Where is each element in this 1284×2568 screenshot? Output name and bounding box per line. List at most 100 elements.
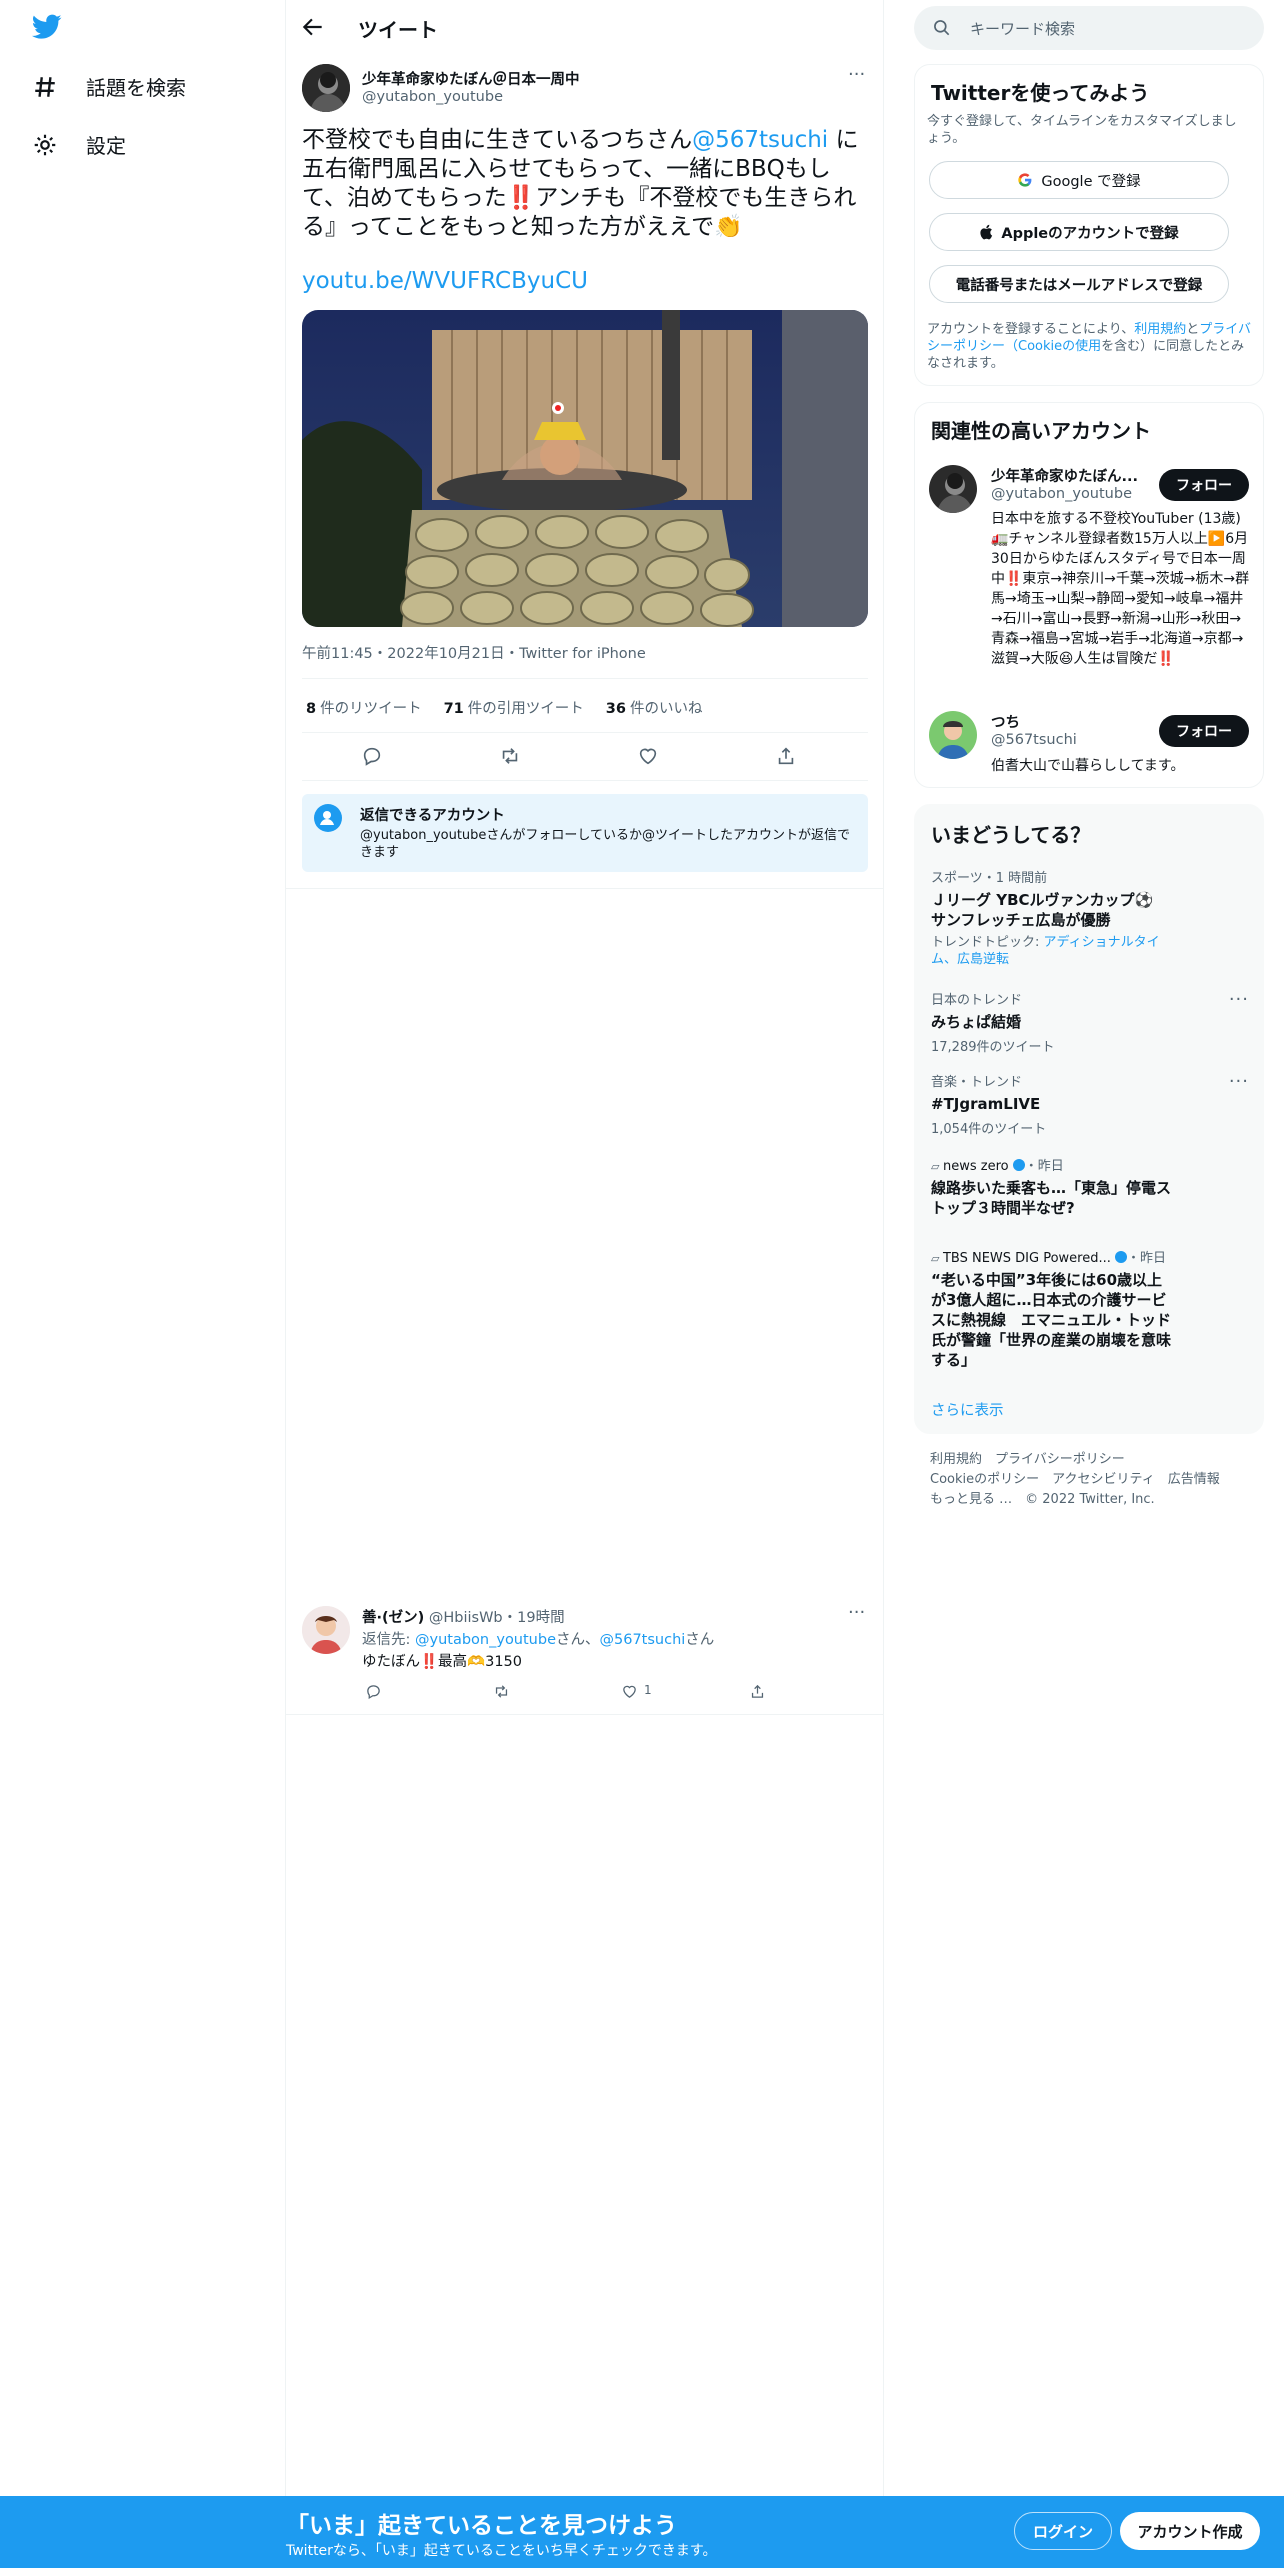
footer-terms-link[interactable]: 利用規約: [930, 1452, 982, 1467]
likes-stat[interactable]: 36 件のいいね: [606, 697, 703, 718]
trend-item[interactable]: ▱ TBS NEWS DIG Powered... ・昨日 “老いる中国”3年後…: [931, 1247, 1231, 1370]
login-button[interactable]: ログイン: [1014, 2512, 1112, 2550]
likes-count: 36: [605, 701, 626, 717]
nav-settings[interactable]: 設定: [32, 130, 126, 159]
trend-item[interactable]: ▱ news zero ・昨日 線路歩いた乗客も…「東急」停電ストップ３時間半な…: [931, 1155, 1231, 1218]
reply-to-link[interactable]: @567tsuchi: [600, 1632, 686, 1648]
signup-button[interactable]: アカウント作成: [1120, 2512, 1260, 2550]
terms-link[interactable]: 利用規約: [1134, 322, 1186, 337]
reply-author-avatar[interactable]: [302, 1606, 350, 1654]
follow-button[interactable]: フォロー: [1159, 715, 1249, 747]
related-account-name[interactable]: つち: [991, 711, 1020, 732]
tweet-stats: 8 件のリツイート 71 件の引用ツイート 36 件のいいね: [306, 697, 702, 718]
related-account-handle[interactable]: @yutabon_youtube: [991, 486, 1132, 502]
footer-more-link[interactable]: もっと見る …: [930, 1492, 1012, 1507]
search-input[interactable]: キーワード検索: [914, 6, 1264, 50]
retweet-icon[interactable]: [495, 741, 525, 771]
trend-category: 音楽・トレンド: [931, 1075, 1023, 1090]
person-icon: [314, 804, 342, 832]
tweet-link[interactable]: youtu.be/WVUFRCByuCU: [302, 268, 588, 294]
login-banner: 「いま」起きていることを見つけよう Twitterなら、「いま」起きていることを…: [0, 2496, 1284, 2568]
trend-tweet-count: 1,054件のツイート: [931, 1122, 1047, 1137]
retweets-label: 件のリツイート: [320, 701, 422, 717]
reply-author-handle[interactable]: @HbiisWb: [429, 1610, 503, 1626]
quotes-count: 71: [443, 701, 464, 717]
show-more-link[interactable]: さらに表示: [931, 1399, 1004, 1420]
search-placeholder: キーワード検索: [970, 20, 1076, 38]
trend-time: ・昨日: [1024, 1159, 1064, 1174]
author-handle[interactable]: @yutabon_youtube: [362, 89, 503, 105]
quotes-label: 件の引用ツイート: [467, 701, 584, 717]
reply-retweet-icon[interactable]: [490, 1680, 512, 1702]
left-navigation: 話題を検索 設定: [0, 0, 286, 2496]
signup-card: Twitterを使ってみよう 今すぐ登録して、タイムラインをカスタマイズしましょ…: [914, 64, 1264, 386]
footer-privacy-link[interactable]: プライバシーポリシー: [995, 1452, 1125, 1467]
reply-share-icon[interactable]: [746, 1680, 768, 1702]
news-source-icon: ▱: [931, 1252, 943, 1265]
reply-restriction-notice: 返信できるアカウント @yutabon_youtubeさんがフォローしているか@…: [302, 794, 868, 872]
reply-author-name[interactable]: 善·(ゼン): [362, 1610, 424, 1626]
sidebar-footer: 利用規約 プライバシーポリシー Cookieのポリシー アクセシビリティ 広告情…: [930, 1450, 1250, 1510]
apple-signup-button[interactable]: Appleのアカウントで登録: [929, 213, 1229, 251]
tweet-text: 不登校でも自由に生きているつちさん@567tsuchi に五右衛門風呂に入らせて…: [302, 126, 868, 242]
trend-tweet-count: 17,289件のツイート: [931, 1040, 1055, 1055]
like-icon[interactable]: [633, 741, 663, 771]
hashtag-icon: [35, 76, 55, 97]
nav-settings-label: 設定: [86, 134, 126, 158]
verified-badge-icon: [1012, 1159, 1025, 1171]
nav-explore[interactable]: 話題を検索: [32, 72, 186, 101]
related-account-handle[interactable]: @567tsuchi: [991, 732, 1077, 748]
banner-subtitle: Twitterなら、「いま」起きていることをいち早くチェックできます。: [286, 2543, 717, 2559]
trend-title: “老いる中国”3年後には60歳以上が3億人超に…日本式の介護サービスに熱視線 エ…: [931, 1271, 1172, 1369]
trend-item[interactable]: スポーツ・1 時間前 Ｊリーグ YBCルヴァンカップ⚽ サンフレッチェ広島が優勝…: [931, 867, 1231, 968]
phone-email-signup-button[interactable]: 電話番号またはメールアドレスで登録: [929, 265, 1229, 303]
tweet-photo[interactable]: [302, 310, 868, 627]
trend-source: news zero: [942, 1159, 1009, 1174]
trend-sub-prefix: トレンドトピック:: [931, 935, 1044, 950]
reply-to-mid: さん、: [556, 1632, 600, 1648]
reply-icon[interactable]: [357, 741, 387, 771]
share-icon[interactable]: [771, 741, 801, 771]
tweet-timestamp[interactable]: 午前11:45・2022年10月21日・Twitter for iPhone: [302, 642, 646, 663]
signup-title: Twitterを使ってみよう: [931, 81, 1150, 105]
related-avatar[interactable]: [929, 465, 977, 513]
trend-more-icon[interactable]: ···: [1229, 1071, 1249, 1092]
author-avatar[interactable]: [302, 64, 350, 112]
signup-desc: 今すぐ登録して、タイムラインをカスタマイズしましょう。: [927, 114, 1237, 146]
reply-reply-icon[interactable]: [362, 1680, 384, 1702]
divider: [302, 678, 868, 679]
divider: [302, 732, 868, 733]
reply-to-line: 返信先: @yutabon_youtubeさん、@567tsuchiさん: [362, 1628, 714, 1649]
reply-like-icon[interactable]: [618, 1680, 640, 1702]
retweets-count: 8: [306, 701, 317, 717]
retweets-stat[interactable]: 8 件のリツイート: [306, 697, 422, 718]
footer-ads-link[interactable]: 広告情報: [1168, 1472, 1220, 1487]
twitter-logo-icon[interactable]: [32, 14, 62, 44]
footer-accessibility-link[interactable]: アクセシビリティ: [1052, 1472, 1155, 1487]
reply-to-link[interactable]: @yutabon_youtube: [415, 1632, 556, 1648]
reply-to-prefix: 返信先:: [362, 1632, 415, 1648]
author-name[interactable]: 少年革命家ゆたぼん＠日本一周中: [362, 68, 580, 89]
footer-cookie-link[interactable]: Cookieのポリシー: [930, 1472, 1039, 1487]
terms-text: と: [1186, 322, 1200, 337]
trend-item[interactable]: 音楽・トレンド #TJgramLIVE 1,054件のツイート: [931, 1071, 1231, 1137]
reply-more-options-icon[interactable]: ···: [848, 1602, 865, 1623]
trend-source: TBS NEWS DIG Powered...: [942, 1251, 1111, 1266]
more-options-icon[interactable]: ···: [848, 64, 865, 85]
verified-badge-icon: [1115, 1251, 1128, 1263]
trends-title: いまどうしてる？: [931, 823, 1091, 847]
back-arrow-icon[interactable]: [300, 14, 326, 40]
google-signup-button[interactable]: Google で登録: [929, 161, 1229, 199]
related-avatar[interactable]: [929, 711, 977, 759]
follow-button[interactable]: フォロー: [1159, 469, 1249, 501]
related-account-bio: 伯耆大山で山暮らししてます。: [991, 758, 1185, 774]
reply-time[interactable]: ・19時間: [503, 1610, 565, 1626]
quotes-stat[interactable]: 71 件の引用ツイート: [444, 697, 584, 718]
nav-explore-label: 話題を検索: [86, 76, 186, 100]
related-account-name[interactable]: 少年革命家ゆたぼん...: [991, 465, 1141, 486]
divider: [286, 1714, 884, 1715]
trend-more-icon[interactable]: ···: [1229, 989, 1249, 1010]
reply-actions: 1: [362, 1680, 862, 1702]
trend-item[interactable]: 日本のトレンド みちょぱ結婚 17,289件のツイート: [931, 989, 1231, 1055]
tweet-mention-link[interactable]: @567tsuchi: [692, 127, 828, 153]
